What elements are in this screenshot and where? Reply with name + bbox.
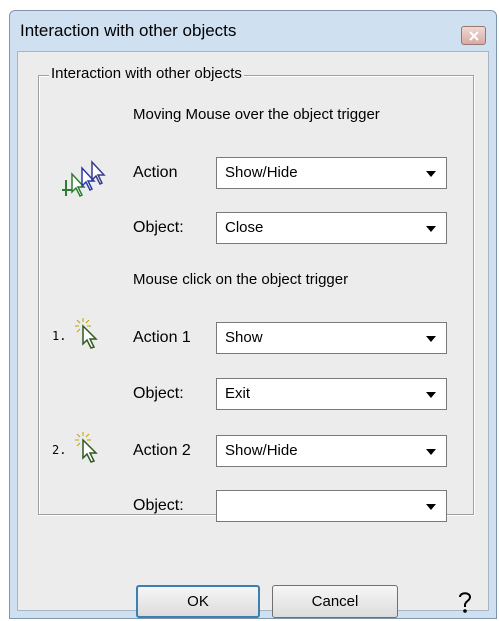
ok-button[interactable]: OK xyxy=(136,585,260,618)
chevron-down-icon[interactable] xyxy=(426,336,436,342)
close-icon xyxy=(469,31,479,41)
window-title: Interaction with other objects xyxy=(20,21,237,40)
chevron-down-icon[interactable] xyxy=(426,504,436,510)
mouse-over-object-label: Object: xyxy=(133,219,184,236)
trigger-1-action-label: Action 1 xyxy=(133,329,191,346)
help-icon[interactable] xyxy=(454,589,476,615)
interaction-groupbox: Interaction with other objects Moving Mo… xyxy=(38,65,474,522)
chevron-down-icon[interactable] xyxy=(426,226,436,232)
mouse-click-heading: Mouse click on the object trigger xyxy=(133,271,349,288)
trigger-1-action-value: Show xyxy=(225,329,263,346)
trigger-1-object-value: Exit xyxy=(225,385,251,402)
mouse-over-action-label: Action xyxy=(133,164,178,181)
trigger-2-action-label: Action 2 xyxy=(133,442,191,459)
mouse-click-icon xyxy=(75,318,98,349)
mouse-over-object-select[interactable]: Close xyxy=(216,212,447,244)
cancel-button[interactable]: Cancel xyxy=(272,585,398,618)
chevron-down-icon[interactable] xyxy=(426,392,436,398)
dialog-client-area: Interaction with other objects Moving Mo… xyxy=(17,51,489,611)
mouse-trail-icon xyxy=(62,160,106,198)
trigger-1-object-label: Object: xyxy=(133,385,184,402)
groupbox-label: Interaction with other objects xyxy=(49,65,244,82)
mouse-over-heading: Moving Mouse over the object trigger xyxy=(133,106,380,123)
mouse-click-icon xyxy=(75,432,98,463)
trigger-2-number: 2. xyxy=(52,443,67,457)
mouse-over-action-select[interactable]: Show/Hide xyxy=(216,157,447,189)
trigger-2-object-select[interactable] xyxy=(216,490,447,522)
mouse-over-object-value: Close xyxy=(225,219,264,236)
trigger-2-action-value: Show/Hide xyxy=(225,442,298,459)
title-bar[interactable]: Interaction with other objects xyxy=(10,11,496,51)
dialog-window: Interaction with other objects Interacti… xyxy=(9,10,497,619)
trigger-2-action-select[interactable]: Show/Hide xyxy=(216,435,447,467)
trigger-2-object-label: Object: xyxy=(133,497,184,514)
trigger-1-number: 1. xyxy=(52,329,67,343)
trigger-1-action-select[interactable]: Show xyxy=(216,322,447,354)
mouse-over-action-value: Show/Hide xyxy=(225,164,298,181)
chevron-down-icon[interactable] xyxy=(426,449,436,455)
chevron-down-icon[interactable] xyxy=(426,171,436,177)
close-button[interactable] xyxy=(461,26,486,45)
trigger-1-object-select[interactable]: Exit xyxy=(216,378,447,410)
